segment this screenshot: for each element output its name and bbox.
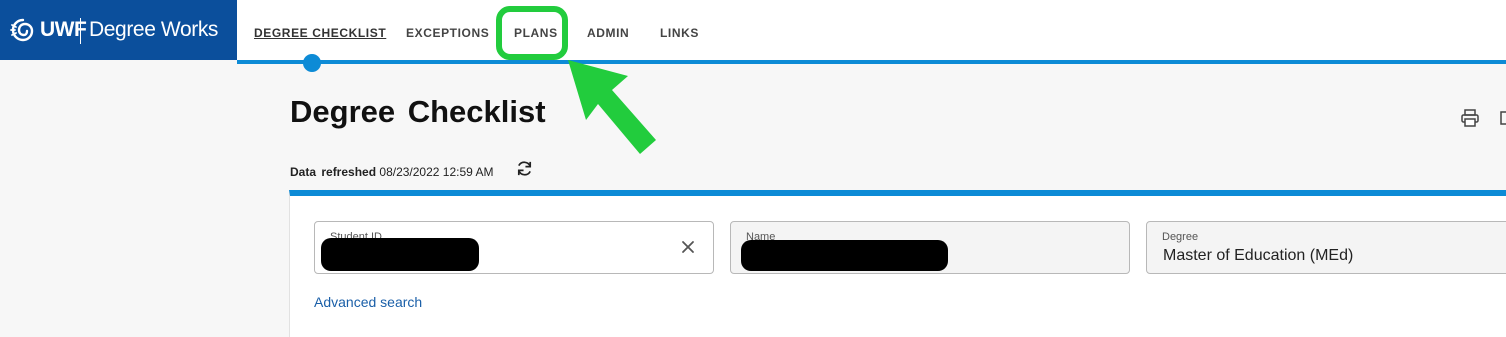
data-refreshed-row: Data refreshed 08/23/2022 12:59 AM — [290, 163, 493, 181]
tab-admin[interactable]: ADMIN — [587, 25, 629, 41]
print-icon[interactable] — [1460, 108, 1480, 128]
redacted-name — [741, 240, 948, 271]
top-navigation-bar: UWF Degree Works DEGREE CHECKLIST EXCEPT… — [0, 0, 1506, 60]
degree-value: Master of Education (MEd) — [1163, 247, 1354, 264]
brand-divider — [80, 18, 81, 44]
tab-degree-checklist[interactable]: DEGREE CHECKLIST — [254, 25, 386, 41]
tab-links[interactable]: LINKS — [660, 25, 699, 41]
clear-icon[interactable] — [681, 240, 695, 254]
more-icon[interactable] — [1500, 110, 1506, 126]
page-title: Degree Checklist — [290, 94, 546, 129]
plans-highlight-annotation — [496, 6, 568, 60]
degree-select[interactable]: Degree Master of Education (MEd) — [1146, 221, 1506, 274]
tab-exceptions[interactable]: EXCEPTIONS — [406, 25, 489, 41]
arrow-pointer-icon — [568, 60, 656, 154]
refresh-icon[interactable] — [515, 159, 534, 178]
data-refreshed-label: Data refreshed — [290, 165, 377, 179]
degree-label: Degree — [1162, 231, 1199, 243]
brand-header[interactable]: UWF Degree Works — [0, 0, 237, 60]
redacted-student-id — [321, 238, 479, 271]
active-tab-indicator — [303, 54, 321, 72]
spiral-logo-icon — [10, 18, 34, 42]
advanced-search-link[interactable]: Advanced search — [314, 293, 422, 311]
data-refreshed-timestamp: 08/23/2022 12:59 AM — [379, 165, 494, 179]
nav-underline-bar — [237, 60, 1506, 64]
brand-product-name: Degree Works — [89, 18, 219, 41]
